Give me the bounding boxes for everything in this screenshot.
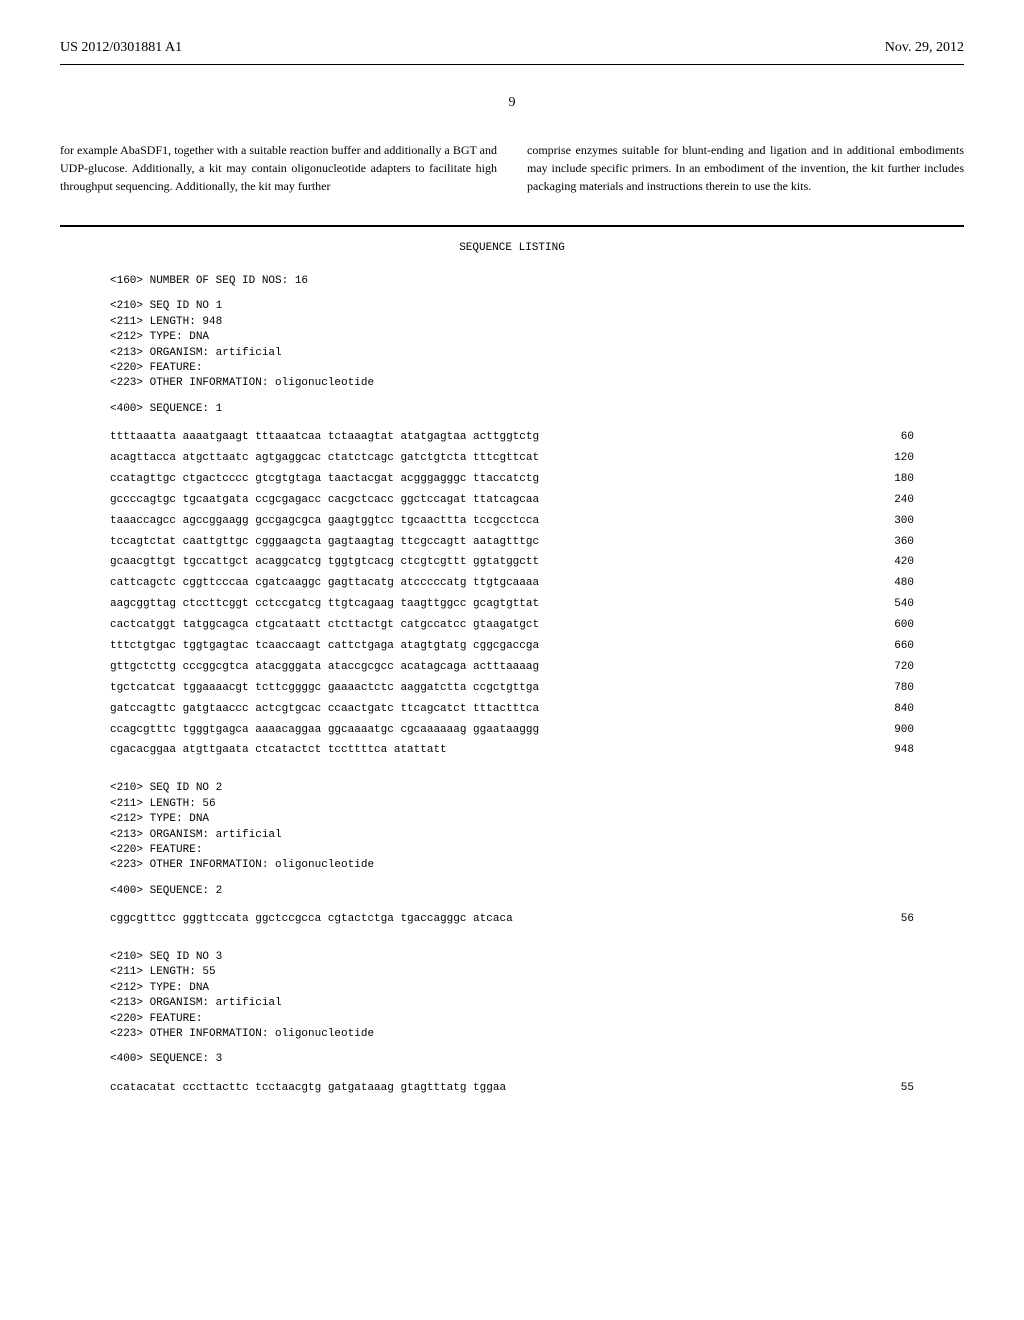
seq-groups: tttctgtgac tggtgagtac tcaaccaagt cattctg… xyxy=(110,636,539,657)
seq-groups: cattcagctc cggttcccaa cgatcaaggc gagttac… xyxy=(110,573,539,594)
seq-position-number: 900 xyxy=(874,720,914,741)
seq-position-number: 720 xyxy=(874,657,914,678)
seq-row: taaaccagcc agccggaagg gccgagcgca gaagtgg… xyxy=(110,511,914,532)
seq-sequence-label-text: <400> SEQUENCE: 2 xyxy=(110,884,914,899)
seq-position-number: 948 xyxy=(874,740,914,761)
seq-meta-line: <211> LENGTH: 948 xyxy=(110,315,914,330)
seq-groups: acagttacca atgcttaatc agtgaggcac ctatctc… xyxy=(110,448,539,469)
seq-groups: tccagtctat caattgttgc cgggaagcta gagtaag… xyxy=(110,532,539,553)
seq-meta-line: <220> FEATURE: xyxy=(110,843,914,858)
publication-date: Nov. 29, 2012 xyxy=(885,40,964,56)
seq-meta-line: <210> SEQ ID NO 2 xyxy=(110,781,914,796)
seq-groups: aagcggttag ctccttcggt cctccgatcg ttgtcag… xyxy=(110,594,539,615)
seq-groups: ccagcgtttc tgggtgagca aaaacaggaa ggcaaaa… xyxy=(110,720,539,741)
seq-row: cgacacggaa atgttgaata ctcatactct tcctttt… xyxy=(110,740,914,761)
seq-meta-line: <210> SEQ ID NO 3 xyxy=(110,950,914,965)
seq-meta-line: <212> TYPE: DNA xyxy=(110,812,914,827)
seq-groups: gcaacgttgt tgccattgct acaggcatcg tggtgtc… xyxy=(110,552,539,573)
seq-row: gatccagttc gatgtaaccc actcgtgcac ccaactg… xyxy=(110,699,914,720)
seq-position-number: 840 xyxy=(874,699,914,720)
seq-row: aagcggttag ctccttcggt cctccgatcg ttgtcag… xyxy=(110,594,914,615)
seq-position-number: 55 xyxy=(881,1078,914,1099)
intro-col-left: for example AbaSDF1, together with a sui… xyxy=(60,141,497,195)
intro-col-right: comprise enzymes suitable for blunt-endi… xyxy=(527,141,964,195)
seq-meta-line: <211> LENGTH: 56 xyxy=(110,797,914,812)
seq-meta-line: <211> LENGTH: 55 xyxy=(110,965,914,980)
seq-meta-block: <210> SEQ ID NO 3<211> LENGTH: 55<212> T… xyxy=(110,950,914,1042)
seq-row: tccagtctat caattgttgc cgggaagcta gagtaag… xyxy=(110,532,914,553)
seq-sequence-label: <400> SEQUENCE: 1 xyxy=(110,402,914,417)
seq-row: ccatagttgc ctgactcccc gtcgtgtaga taactac… xyxy=(110,469,914,490)
header-divider xyxy=(60,64,964,65)
seq-groups: gccccagtgc tgcaatgata ccgcgagacc cacgctc… xyxy=(110,490,539,511)
seq-row: ccatacatat cccttacttc tcctaacgtg gatgata… xyxy=(110,1078,914,1099)
seq-position-number: 360 xyxy=(874,532,914,553)
seq-row: tttctgtgac tggtgagtac tcaaccaagt cattctg… xyxy=(110,636,914,657)
seq-position-number: 180 xyxy=(874,469,914,490)
seq-groups: taaaccagcc agccggaagg gccgagcgca gaagtgg… xyxy=(110,511,539,532)
seq-sequence-label-text: <400> SEQUENCE: 1 xyxy=(110,402,914,417)
seq-row: acagttacca atgcttaatc agtgaggcac ctatctc… xyxy=(110,448,914,469)
seq-groups: ccatagttgc ctgactcccc gtcgtgtaga taactac… xyxy=(110,469,539,490)
sequence-listing: SEQUENCE LISTING <160> NUMBER OF SEQ ID … xyxy=(60,225,964,1099)
seq-count-header: <160> NUMBER OF SEQ ID NOS: 16 xyxy=(110,274,914,289)
seq-sequence-label-text: <400> SEQUENCE: 3 xyxy=(110,1052,914,1067)
page-number: 9 xyxy=(60,95,964,111)
seq-sequence-label: <400> SEQUENCE: 2 xyxy=(110,884,914,899)
seq-groups: ttttaaatta aaaatgaagt tttaaatcaa tctaaag… xyxy=(110,427,539,448)
seq-meta-line: <212> TYPE: DNA xyxy=(110,981,914,996)
seq-position-number: 240 xyxy=(874,490,914,511)
seq-position-number: 780 xyxy=(874,678,914,699)
seq-meta-line: <223> OTHER INFORMATION: oligonucleotide xyxy=(110,858,914,873)
seq-row: cattcagctc cggttcccaa cgatcaaggc gagttac… xyxy=(110,573,914,594)
seq-row: ttttaaatta aaaatgaagt tttaaatcaa tctaaag… xyxy=(110,427,914,448)
seq-position-number: 600 xyxy=(874,615,914,636)
seq-meta-line: <223> OTHER INFORMATION: oligonucleotide xyxy=(110,376,914,391)
seq-position-number: 60 xyxy=(881,427,914,448)
seq-groups: gttgctcttg cccggcgtca atacgggata ataccgc… xyxy=(110,657,539,678)
seq-position-number: 56 xyxy=(881,909,914,930)
seq-groups: ccatacatat cccttacttc tcctaacgtg gatgata… xyxy=(110,1078,506,1099)
document-header: US 2012/0301881 A1 Nov. 29, 2012 xyxy=(60,40,964,56)
seq-row: ccagcgtttc tgggtgagca aaaacaggaa ggcaaaa… xyxy=(110,720,914,741)
seq-row: cactcatggt tatggcagca ctgcataatt ctcttac… xyxy=(110,615,914,636)
seq-meta-line: <213> ORGANISM: artificial xyxy=(110,828,914,843)
seq-meta-line: <220> FEATURE: xyxy=(110,1012,914,1027)
intro-paragraphs: for example AbaSDF1, together with a sui… xyxy=(60,141,964,195)
seq-meta-line: <210> SEQ ID NO 1 xyxy=(110,299,914,314)
seq-position-number: 540 xyxy=(874,594,914,615)
seq-block: ccatacatat cccttacttc tcctaacgtg gatgata… xyxy=(110,1078,914,1099)
seq-groups: cgacacggaa atgttgaata ctcatactct tcctttt… xyxy=(110,740,447,761)
seq-sequence-label: <400> SEQUENCE: 3 xyxy=(110,1052,914,1067)
seq-row: gttgctcttg cccggcgtca atacgggata ataccgc… xyxy=(110,657,914,678)
publication-number: US 2012/0301881 A1 xyxy=(60,40,182,56)
seq-position-number: 300 xyxy=(874,511,914,532)
seq-block: cggcgtttcc gggttccata ggctccgcca cgtactc… xyxy=(110,909,914,930)
seq-block: ttttaaatta aaaatgaagt tttaaatcaa tctaaag… xyxy=(110,427,914,761)
seq-meta-block: <210> SEQ ID NO 1<211> LENGTH: 948<212> … xyxy=(110,299,914,391)
seq-meta-block: <210> SEQ ID NO 2<211> LENGTH: 56<212> T… xyxy=(110,781,914,873)
seq-position-number: 420 xyxy=(874,552,914,573)
seq-meta-line: <213> ORGANISM: artificial xyxy=(110,996,914,1011)
seq-row: cggcgtttcc gggttccata ggctccgcca cgtactc… xyxy=(110,909,914,930)
seq-row: tgctcatcat tggaaaacgt tcttcggggc gaaaact… xyxy=(110,678,914,699)
seq-meta-line: <223> OTHER INFORMATION: oligonucleotide xyxy=(110,1027,914,1042)
seq-groups: gatccagttc gatgtaaccc actcgtgcac ccaactg… xyxy=(110,699,539,720)
seq-groups: cactcatggt tatggcagca ctgcataatt ctcttac… xyxy=(110,615,539,636)
seq-meta-line: <213> ORGANISM: artificial xyxy=(110,346,914,361)
seq-position-number: 120 xyxy=(874,448,914,469)
seq-meta-line: <220> FEATURE: xyxy=(110,361,914,376)
sequence-listing-title: SEQUENCE LISTING xyxy=(110,242,914,254)
seq-position-number: 480 xyxy=(874,573,914,594)
seq-position-number: 660 xyxy=(874,636,914,657)
seq-groups: tgctcatcat tggaaaacgt tcttcggggc gaaaact… xyxy=(110,678,539,699)
seq-groups: cggcgtttcc gggttccata ggctccgcca cgtactc… xyxy=(110,909,513,930)
seq-row: gccccagtgc tgcaatgata ccgcgagacc cacgctc… xyxy=(110,490,914,511)
seq-row: gcaacgttgt tgccattgct acaggcatcg tggtgtc… xyxy=(110,552,914,573)
seq-header-line: <160> NUMBER OF SEQ ID NOS: 16 xyxy=(110,274,914,289)
seq-meta-line: <212> TYPE: DNA xyxy=(110,330,914,345)
